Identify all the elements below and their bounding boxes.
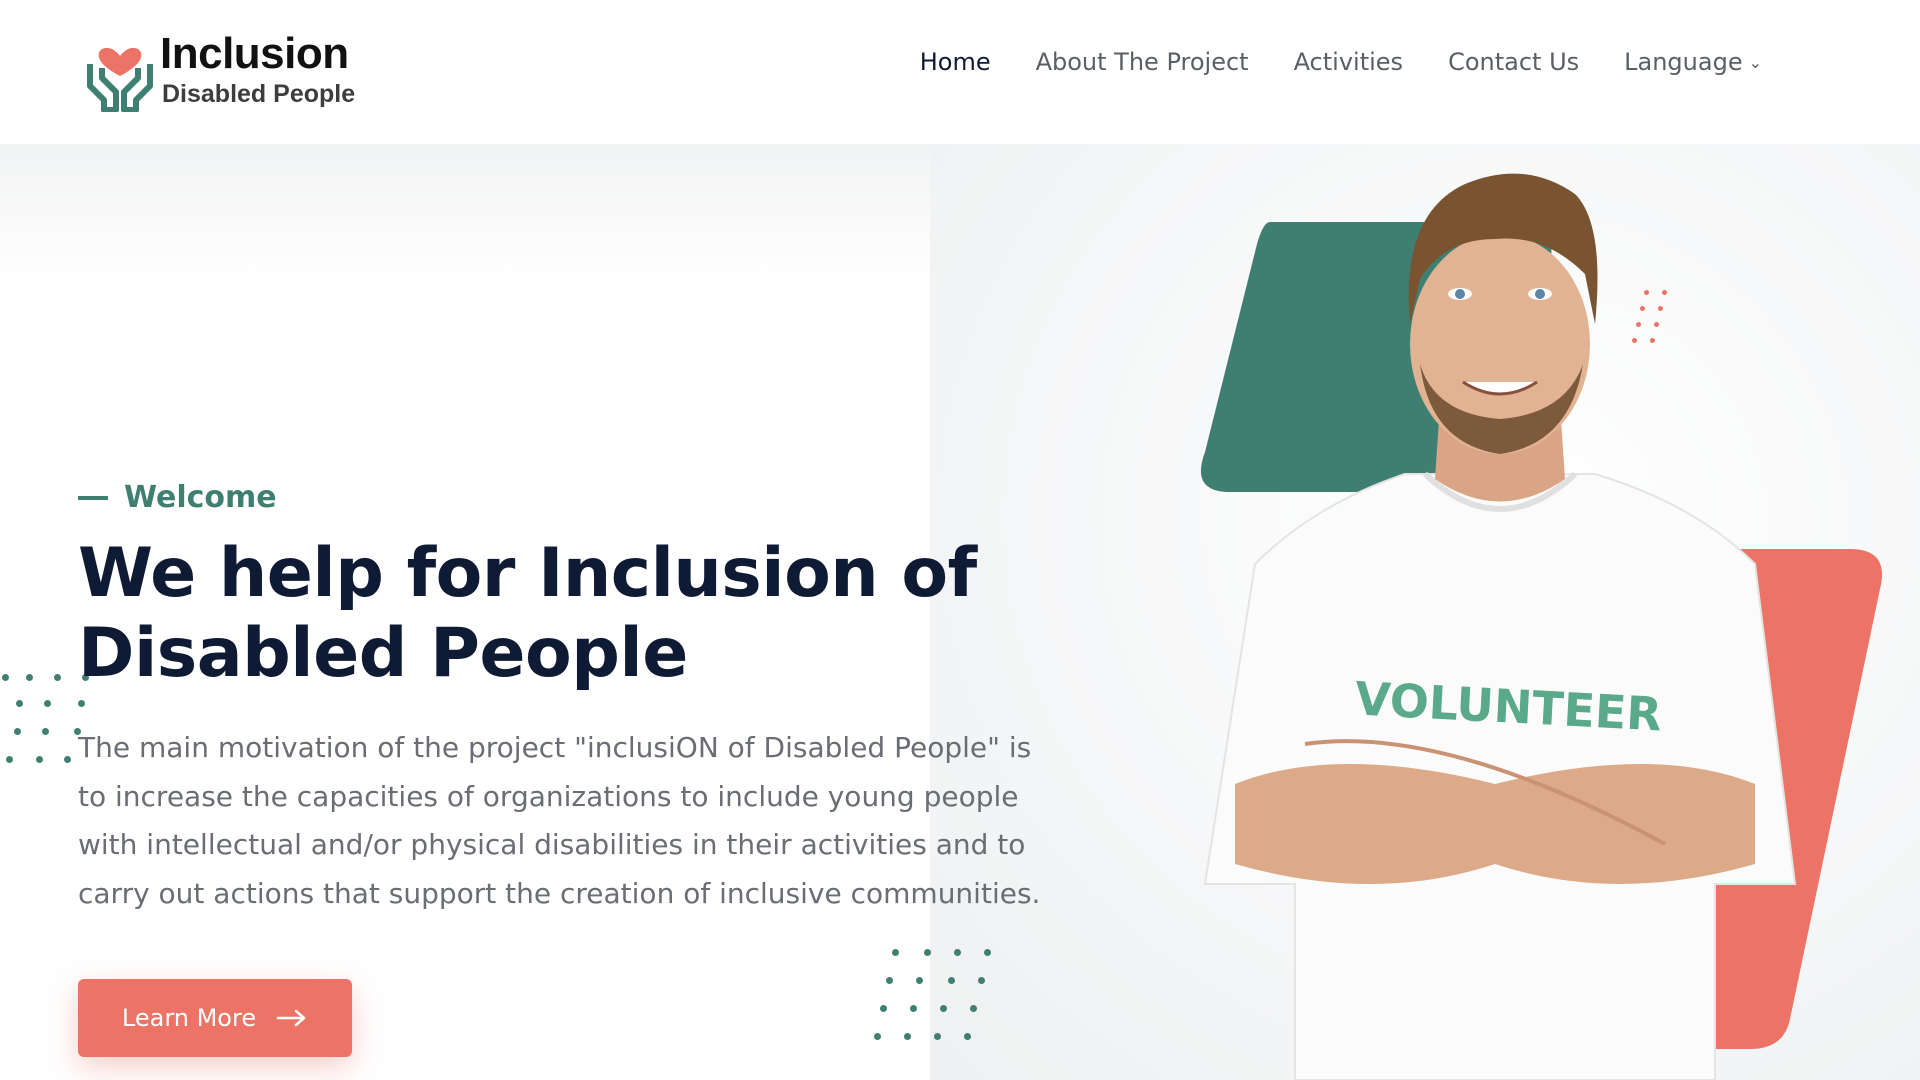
welcome-label: Welcome (124, 480, 277, 515)
headline-line-1: We help for Inclusion of (78, 534, 977, 613)
headline-line-2: Disabled People (78, 614, 688, 693)
nav-activities[interactable]: Activities (1294, 48, 1404, 76)
heart-hands-logo-icon (87, 47, 153, 112)
arrow-right-icon (276, 1009, 306, 1027)
site-logo[interactable]: Inclusion Disabled People (80, 28, 355, 112)
nav-contact-us[interactable]: Contact Us (1448, 48, 1579, 76)
dot-pattern-bottom (870, 949, 1000, 1049)
eyebrow-line (78, 495, 108, 500)
volunteer-photo: VOLUNTEER (1203, 173, 1797, 1080)
chevron-down-icon: ⌄ (1748, 52, 1762, 72)
nav-language-dropdown[interactable]: Language ⌄ (1624, 48, 1762, 76)
logo-subtitle: Disabled People (162, 80, 356, 108)
nav-home[interactable]: Home (920, 48, 991, 76)
welcome-eyebrow: Welcome (78, 480, 277, 515)
main-nav: Home About The Project Activities Contac… (920, 48, 1762, 76)
hero-section: VOLUNTEER Welcome We help for Inclusion … (0, 144, 1920, 1080)
site-header: Inclusion Disabled People Home About The… (0, 0, 1920, 144)
hero-headline: We help for Inclusion of Disabled People (78, 534, 998, 694)
hero-description: The main motivation of the project "incl… (78, 731, 1041, 910)
nav-about-the-project[interactable]: About The Project (1036, 48, 1249, 76)
learn-more-button[interactable]: Learn More (78, 979, 352, 1057)
nav-language-label: Language (1624, 48, 1743, 76)
learn-more-label: Learn More (121, 1004, 257, 1032)
logo-title: Inclusion (160, 29, 349, 78)
